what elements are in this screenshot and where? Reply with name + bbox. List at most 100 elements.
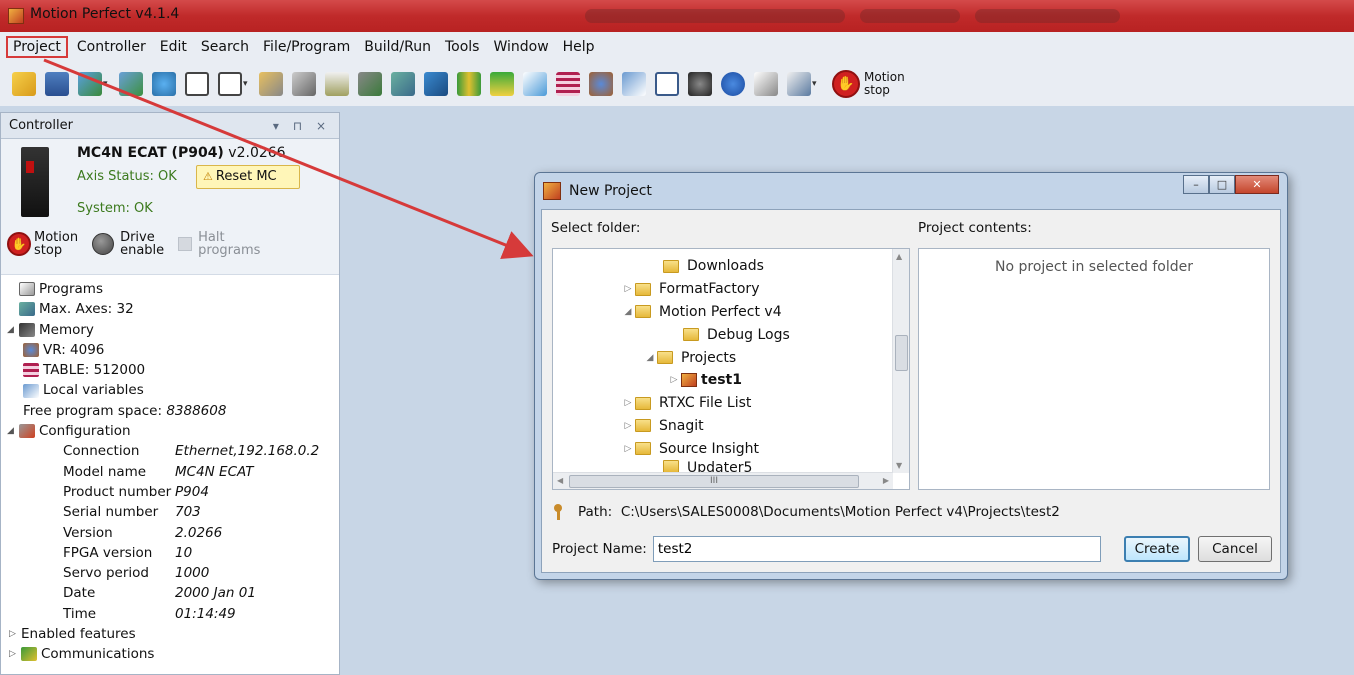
- help-icon[interactable]: [721, 72, 745, 96]
- scroll-right-icon[interactable]: ▶: [883, 476, 889, 485]
- collapsed-arrow-icon[interactable]: ▷: [667, 375, 681, 385]
- menu-build-run[interactable]: Build/Run: [357, 36, 438, 58]
- terminal-icon[interactable]: [185, 72, 209, 96]
- folder-item[interactable]: ▷ RTXC File List: [553, 392, 889, 415]
- tree-item-max-axes[interactable]: Max. Axes: 32: [7, 299, 339, 319]
- collapsed-arrow-icon[interactable]: ▷: [621, 444, 635, 454]
- config-key: Date: [63, 585, 96, 602]
- window-icon[interactable]: [218, 72, 242, 96]
- forward-icon[interactable]: [12, 72, 36, 96]
- scrollbar-thumb[interactable]: [895, 335, 908, 371]
- menu-controller[interactable]: Controller: [70, 36, 153, 58]
- folder-item[interactable]: ▷ Snagit: [553, 415, 889, 438]
- folder-item[interactable]: Debug Logs: [553, 323, 889, 346]
- collapsed-arrow-icon[interactable]: ▷: [621, 421, 635, 431]
- cancel-button[interactable]: Cancel: [1198, 536, 1272, 562]
- connect-icon[interactable]: [78, 72, 102, 96]
- collapsed-arrow-icon[interactable]: ▷: [621, 398, 635, 408]
- panel-window-controls[interactable]: ▾ ⊓ ×: [273, 119, 331, 133]
- tree-item-table[interactable]: TABLE: 512000: [7, 360, 339, 380]
- menu-file-program[interactable]: File/Program: [256, 36, 357, 58]
- menu-window[interactable]: Window: [486, 36, 555, 58]
- list-icon[interactable]: [556, 72, 580, 96]
- collapsed-arrow-icon[interactable]: ▷: [9, 624, 21, 644]
- chart-icon[interactable]: [424, 72, 448, 96]
- maximize-button[interactable]: □: [1209, 175, 1235, 194]
- free-space-value: 8388608: [166, 402, 227, 419]
- folder-tree[interactable]: Downloads ▷ FormatFactory ◢ Motion Perfect v…: [552, 248, 910, 490]
- tree-item-communications[interactable]: ▷ Communications: [7, 644, 339, 664]
- menu-tools[interactable]: Tools: [438, 36, 487, 58]
- table-icon[interactable]: [391, 72, 415, 96]
- dialog-body: Select folder: Project contents: Downloa…: [541, 209, 1281, 573]
- collapsed-arrow-icon[interactable]: ▷: [9, 644, 21, 664]
- vertical-scrollbar[interactable]: ▲ ▼: [892, 249, 909, 473]
- motion-stop-button[interactable]: ✋ Motion stop: [7, 231, 78, 257]
- motion-stop-label-line2: stop: [34, 243, 63, 258]
- folder-item[interactable]: ◢ Projects: [553, 346, 889, 369]
- drive-enable-button[interactable]: Drive enable: [92, 231, 164, 257]
- oscilloscope-icon[interactable]: [325, 72, 349, 96]
- local-vars-icon[interactable]: [622, 72, 646, 96]
- folder-item[interactable]: ▷ FormatFactory: [553, 278, 889, 301]
- close-button[interactable]: ✕: [1235, 175, 1279, 194]
- scroll-down-icon[interactable]: ▼: [896, 461, 902, 470]
- folder-label: Updater5: [687, 460, 753, 473]
- expanded-arrow-icon[interactable]: ◢: [643, 353, 657, 363]
- folder-icon: [635, 442, 651, 456]
- expanded-arrow-icon[interactable]: ◢: [621, 307, 635, 317]
- folder-item[interactable]: Updater5: [553, 460, 889, 473]
- scroll-up-icon[interactable]: ▲: [896, 252, 902, 261]
- halt-programs-button[interactable]: Halt programs: [178, 231, 260, 257]
- minimize-button[interactable]: –: [1183, 175, 1209, 194]
- menu-search[interactable]: Search: [194, 36, 256, 58]
- tree-item-vr[interactable]: VR: 4096: [7, 340, 339, 360]
- collapsed-arrow-icon[interactable]: ▷: [621, 284, 635, 294]
- expanded-arrow-icon[interactable]: ◢: [7, 421, 19, 441]
- toolbar-motion-stop-button[interactable]: ✋ Motion stop: [832, 70, 905, 98]
- save-icon[interactable]: [45, 72, 69, 96]
- gear-icon[interactable]: [688, 72, 712, 96]
- config-value: 2.0266: [175, 524, 223, 541]
- folder-item[interactable]: Downloads: [553, 255, 889, 278]
- scroll-left-icon[interactable]: ◀: [557, 476, 563, 485]
- vr-icon[interactable]: [589, 72, 613, 96]
- tree-item-configuration[interactable]: ◢ Configuration: [7, 421, 339, 441]
- folder-icon: [635, 396, 651, 410]
- tree-item-programs[interactable]: Programs: [7, 279, 339, 299]
- menu-help[interactable]: Help: [556, 36, 602, 58]
- chevron-down-icon[interactable]: ▾: [812, 72, 820, 96]
- reset-mc-button[interactable]: ⚠ Reset MC: [196, 165, 300, 189]
- user-icon[interactable]: [152, 72, 176, 96]
- menu-edit[interactable]: Edit: [153, 36, 194, 58]
- iec-icon[interactable]: [787, 72, 811, 96]
- chevron-down-icon[interactable]: ▾: [103, 72, 111, 96]
- tools-icon[interactable]: [259, 72, 283, 96]
- grid-icon[interactable]: [655, 72, 679, 96]
- chevron-down-icon[interactable]: ▾: [243, 72, 251, 96]
- tree-label: Max. Axes: 32: [39, 301, 134, 318]
- document-icon[interactable]: [754, 72, 778, 96]
- folder-label: Downloads: [687, 258, 764, 275]
- axis-icon[interactable]: [358, 72, 382, 96]
- expanded-arrow-icon[interactable]: ◢: [7, 320, 19, 340]
- folder-item[interactable]: ◢ Motion Perfect v4: [553, 301, 889, 324]
- folder-item[interactable]: ▷ Source Insight: [553, 437, 889, 460]
- plot-icon[interactable]: [523, 72, 547, 96]
- disconnect-icon[interactable]: [119, 72, 143, 96]
- controller-device-icon: [21, 147, 49, 217]
- bars-icon[interactable]: [490, 72, 514, 96]
- tree-item-memory[interactable]: ◢ Memory: [7, 320, 339, 340]
- create-button[interactable]: Create: [1124, 536, 1190, 562]
- project-name-input[interactable]: [652, 536, 1101, 562]
- program-icon[interactable]: [292, 72, 316, 96]
- scrollbar-thumb[interactable]: III: [569, 475, 859, 488]
- io-icon[interactable]: [457, 72, 481, 96]
- select-folder-label: Select folder:: [551, 220, 641, 236]
- folder-icon: [635, 419, 651, 433]
- horizontal-scrollbar[interactable]: ◀ III ▶: [553, 472, 893, 489]
- folder-item[interactable]: ▷ test1: [553, 369, 889, 392]
- menu-project[interactable]: Project: [6, 36, 68, 58]
- tree-item-local-variables[interactable]: Local variables: [7, 380, 339, 400]
- tree-item-enabled-features[interactable]: ▷ Enabled features: [7, 624, 339, 644]
